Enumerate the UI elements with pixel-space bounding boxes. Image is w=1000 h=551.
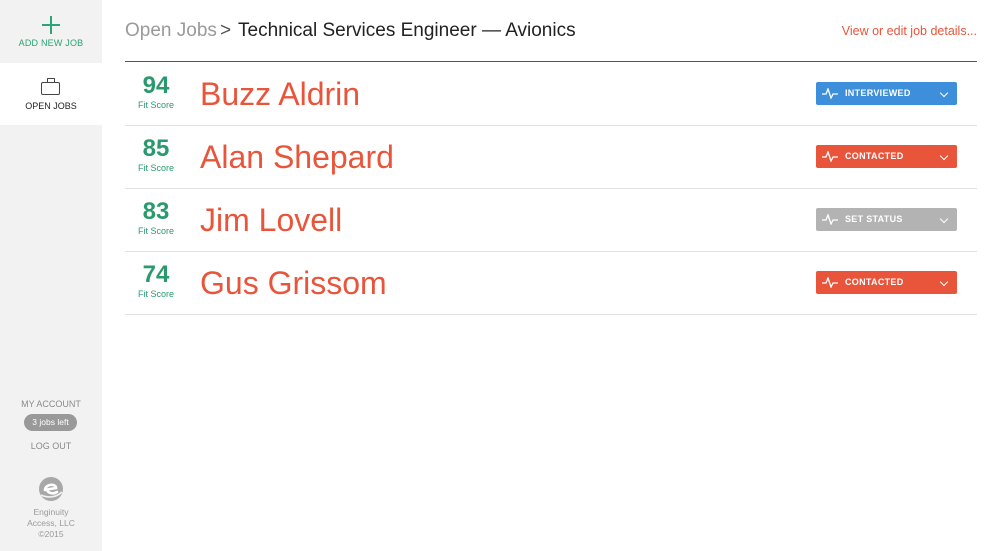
chevron-down-icon bbox=[939, 277, 949, 287]
brand-line-1: Enginuity bbox=[33, 507, 69, 517]
pulse-icon bbox=[822, 151, 838, 162]
add-new-job-label: ADD NEW JOB bbox=[18, 38, 84, 48]
status-dropdown[interactable]: SET STATUS bbox=[816, 208, 957, 231]
breadcrumb-separator: > bbox=[220, 20, 232, 41]
status-label: CONTACTED bbox=[845, 151, 904, 161]
pulse-icon bbox=[822, 214, 838, 225]
page-header: Open Jobs > Technical Services Engineer … bbox=[125, 0, 977, 62]
open-jobs-button[interactable]: OPEN JOBS bbox=[0, 63, 102, 125]
chevron-down-icon bbox=[939, 214, 949, 224]
status-label: SET STATUS bbox=[845, 214, 903, 224]
fit-score: 85 Fit Score bbox=[125, 135, 187, 174]
status-dropdown[interactable]: INTERVIEWED bbox=[816, 82, 957, 105]
breadcrumb-open-jobs[interactable]: Open Jobs bbox=[125, 20, 217, 42]
page-title: Technical Services Engineer — Avionics bbox=[238, 20, 576, 41]
fit-score-label: Fit Score bbox=[137, 226, 174, 236]
candidate-name[interactable]: Gus Grissom bbox=[200, 265, 387, 301]
sidebar: ADD NEW JOB OPEN JOBS MY ACCOUNT 3 jobs … bbox=[0, 0, 102, 551]
fit-score-value: 85 bbox=[142, 135, 170, 162]
briefcase-icon bbox=[41, 78, 60, 95]
fit-score-label: Fit Score bbox=[137, 100, 174, 110]
candidate-row[interactable]: 83 Fit Score Jim Lovell SET STATUS bbox=[125, 189, 977, 252]
fit-score-value: 94 bbox=[142, 72, 170, 99]
fit-score-value: 83 bbox=[142, 198, 170, 225]
candidate-name[interactable]: Jim Lovell bbox=[200, 202, 342, 238]
add-new-job-button[interactable]: ADD NEW JOB bbox=[0, 0, 102, 62]
enginuity-logo-icon bbox=[39, 477, 63, 501]
my-account-link[interactable]: MY ACCOUNT bbox=[0, 399, 102, 409]
candidate-row[interactable]: 85 Fit Score Alan Shepard CONTACTED bbox=[125, 126, 977, 189]
pulse-icon bbox=[822, 277, 838, 288]
status-dropdown[interactable]: CONTACTED bbox=[816, 145, 957, 168]
candidate-name[interactable]: Alan Shepard bbox=[200, 139, 394, 175]
candidate-list: 94 Fit Score Buzz Aldrin INTERVIEWED 85 … bbox=[125, 63, 977, 315]
status-label: CONTACTED bbox=[845, 277, 904, 287]
status-dropdown[interactable]: CONTACTED bbox=[816, 271, 957, 294]
open-jobs-label: OPEN JOBS bbox=[25, 101, 77, 111]
fit-score: 83 Fit Score bbox=[125, 198, 187, 237]
plus-icon bbox=[42, 16, 60, 34]
brand-text: Enginuity Access, LLC ©2015 bbox=[0, 507, 102, 540]
status-label: INTERVIEWED bbox=[845, 88, 911, 98]
chevron-down-icon bbox=[939, 88, 949, 98]
view-edit-job-link[interactable]: View or edit job details... bbox=[842, 24, 977, 38]
fit-score-label: Fit Score bbox=[137, 289, 174, 299]
brand-line-3: ©2015 bbox=[38, 529, 64, 539]
jobs-left-badge: 3 jobs left bbox=[24, 414, 77, 431]
fit-score-label: Fit Score bbox=[137, 163, 174, 173]
pulse-icon bbox=[822, 88, 838, 99]
fit-score-value: 74 bbox=[142, 261, 170, 288]
brand-line-2: Access, LLC bbox=[27, 518, 75, 528]
candidate-row[interactable]: 74 Fit Score Gus Grissom CONTACTED bbox=[125, 252, 977, 315]
fit-score: 74 Fit Score bbox=[125, 261, 187, 300]
app-window: ADD NEW JOB OPEN JOBS MY ACCOUNT 3 jobs … bbox=[0, 0, 1000, 551]
chevron-down-icon bbox=[939, 151, 949, 161]
fit-score: 94 Fit Score bbox=[125, 72, 187, 111]
log-out-link[interactable]: LOG OUT bbox=[0, 441, 102, 451]
candidate-row[interactable]: 94 Fit Score Buzz Aldrin INTERVIEWED bbox=[125, 63, 977, 126]
candidate-name[interactable]: Buzz Aldrin bbox=[200, 76, 360, 112]
